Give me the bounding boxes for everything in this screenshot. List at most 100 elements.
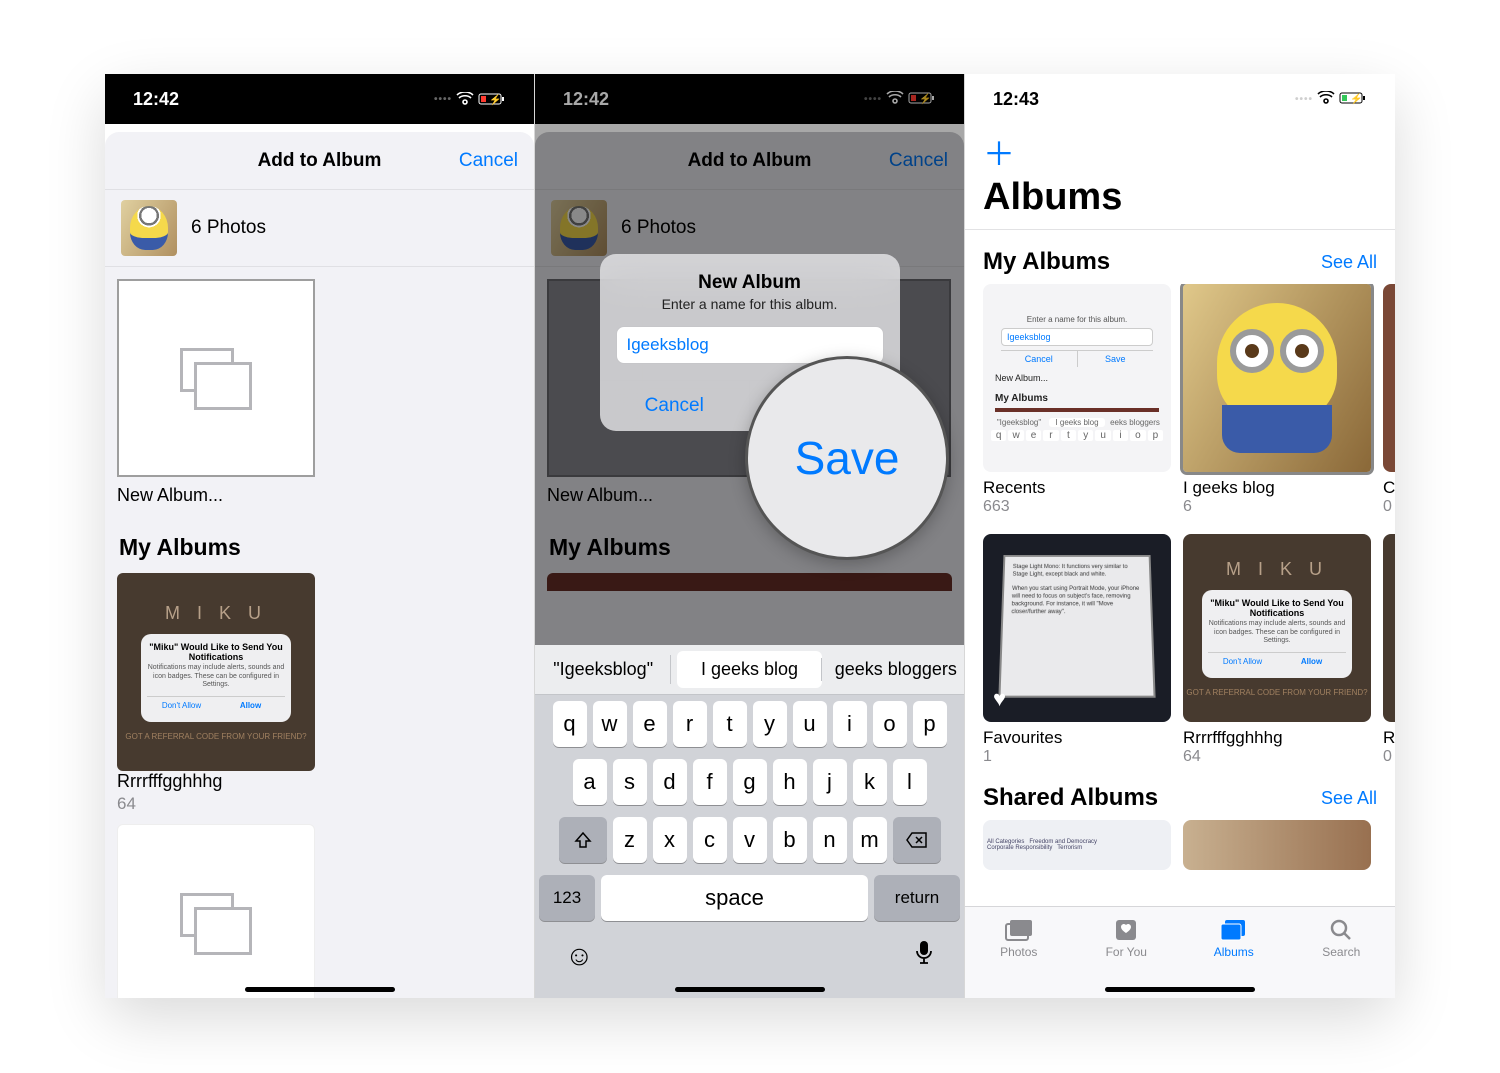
- status-bar: 12:42 •••• ⚡: [105, 74, 534, 124]
- album-name: R: [1383, 728, 1395, 748]
- svg-text:⚡: ⚡: [489, 93, 501, 106]
- emoji-key[interactable]: ☺: [565, 940, 594, 972]
- key-h[interactable]: h: [773, 759, 807, 805]
- album-name: Rrrrfffgghhhg: [1183, 728, 1371, 748]
- wifi-icon: [1317, 91, 1335, 108]
- key-i[interactable]: i: [833, 701, 867, 747]
- album-item[interactable]: M I K U "Miku" Would Like to Send You No…: [117, 573, 315, 814]
- key-q[interactable]: q: [553, 701, 587, 747]
- album-partial[interactable]: C 0: [1383, 284, 1395, 516]
- album-name: C: [1383, 478, 1395, 498]
- album-rrrr[interactable]: M I K U "Miku" Would Like to Send You No…: [1183, 534, 1371, 766]
- suggestion[interactable]: I geeks blog: [677, 651, 821, 688]
- album-igeeksblog[interactable]: I geeks blog 6: [1183, 284, 1371, 516]
- tab-bar: Photos For You Albums Search: [965, 906, 1395, 998]
- key-u[interactable]: u: [793, 701, 827, 747]
- key-b[interactable]: b: [773, 817, 807, 863]
- suggestion[interactable]: geeks bloggers: [828, 645, 964, 694]
- tab-foryou[interactable]: For You: [1073, 915, 1181, 998]
- album-count: 663: [983, 498, 1171, 516]
- tab-search[interactable]: Search: [1288, 915, 1396, 998]
- miku-logo: M I K U: [165, 603, 267, 624]
- album-count: 6: [1183, 498, 1371, 516]
- keyboard-row-1: q w e r t y u i o p: [535, 695, 964, 753]
- key-l[interactable]: l: [893, 759, 927, 805]
- key-x[interactable]: x: [653, 817, 687, 863]
- keyboard-row-3: z x c v b n m: [535, 811, 964, 869]
- album-recents[interactable]: Enter a name for this album. Igeeksblog …: [983, 284, 1171, 516]
- album-item[interactable]: OKAA 360 Panorama... 0: [117, 824, 315, 998]
- dictation-key[interactable]: [914, 939, 934, 972]
- section-title: Shared Albums: [983, 784, 1158, 812]
- album-name: Rrrrfffgghhhg: [117, 771, 315, 792]
- photo-count-label: 6 Photos: [191, 217, 266, 239]
- album-cover: [117, 824, 315, 998]
- album-favourites[interactable]: Stage Light Mono: It functions very simi…: [983, 534, 1171, 766]
- status-time: 12:43: [993, 89, 1039, 110]
- key-w[interactable]: w: [593, 701, 627, 747]
- home-indicator[interactable]: [245, 987, 395, 992]
- album-name: Recents: [983, 478, 1171, 498]
- notification-alert-preview: "Miku" Would Like to Send You Notificati…: [1202, 590, 1352, 677]
- my-albums-carousel[interactable]: Enter a name for this album. Igeeksblog …: [965, 284, 1395, 516]
- shared-albums-carousel[interactable]: All Categories Freedom and DemocracyCorp…: [965, 820, 1395, 870]
- key-a[interactable]: a: [573, 759, 607, 805]
- key-v[interactable]: v: [733, 817, 767, 863]
- battery-icon: ⚡: [478, 92, 506, 106]
- key-j[interactable]: j: [813, 759, 847, 805]
- key-g[interactable]: g: [733, 759, 767, 805]
- key-k[interactable]: k: [853, 759, 887, 805]
- backspace-key[interactable]: [893, 817, 941, 863]
- key-c[interactable]: c: [693, 817, 727, 863]
- page-title: Albums: [965, 174, 1395, 230]
- shift-key[interactable]: [559, 817, 607, 863]
- home-indicator[interactable]: [1105, 987, 1255, 992]
- album-partial[interactable]: R 0: [1383, 534, 1395, 766]
- alert-cancel-button[interactable]: Cancel: [600, 381, 751, 431]
- key-z[interactable]: z: [613, 817, 647, 863]
- album-count: 1: [983, 748, 1171, 766]
- see-all-link[interactable]: See All: [1321, 252, 1377, 273]
- heart-icon: ♥: [993, 686, 1006, 712]
- key-p[interactable]: p: [913, 701, 947, 747]
- photos-icon: [965, 915, 1073, 945]
- alert-title: New Album: [600, 254, 900, 296]
- album-count: 0: [1383, 748, 1395, 766]
- svg-text:⚡: ⚡: [1350, 92, 1362, 105]
- suggestion[interactable]: "Igeeksblog": [535, 645, 671, 694]
- section-title: My Albums: [983, 248, 1110, 276]
- albums-icon: [1180, 915, 1288, 945]
- key-f[interactable]: f: [693, 759, 727, 805]
- add-to-album-sheet: Add to Album Cancel 6 Photos New Album..…: [105, 132, 534, 998]
- cell-signal-icon: ••••: [434, 94, 452, 105]
- key-n[interactable]: n: [813, 817, 847, 863]
- key-m[interactable]: m: [853, 817, 887, 863]
- key-e[interactable]: e: [633, 701, 667, 747]
- key-o[interactable]: o: [873, 701, 907, 747]
- key-y[interactable]: y: [753, 701, 787, 747]
- tab-albums[interactable]: Albums: [1180, 915, 1288, 998]
- key-d[interactable]: d: [653, 759, 687, 805]
- return-key[interactable]: return: [874, 875, 960, 921]
- new-album-button[interactable]: New Album...: [117, 279, 522, 506]
- foryou-icon: [1073, 915, 1181, 945]
- numbers-key[interactable]: 123: [539, 875, 595, 921]
- sheet-header: Add to Album Cancel: [105, 132, 534, 190]
- tab-photos[interactable]: Photos: [965, 915, 1073, 998]
- home-indicator[interactable]: [675, 987, 825, 992]
- see-all-link[interactable]: See All: [1321, 788, 1377, 809]
- photo-thumbnail: [121, 200, 177, 256]
- wifi-icon: [456, 92, 474, 106]
- key-t[interactable]: t: [713, 701, 747, 747]
- space-key[interactable]: space: [601, 875, 868, 921]
- sheet-title: Add to Album: [258, 150, 382, 172]
- add-album-button[interactable]: ＋: [983, 136, 1015, 172]
- search-icon: [1288, 915, 1396, 945]
- cancel-button[interactable]: Cancel: [459, 150, 518, 172]
- new-album-icon: [180, 348, 252, 408]
- my-albums-carousel-row-2[interactable]: Stage Light Mono: It functions very simi…: [965, 534, 1395, 766]
- my-albums-section-header: My Albums See All: [965, 230, 1395, 284]
- alert-subtitle: Enter a name for this album.: [600, 296, 900, 326]
- key-s[interactable]: s: [613, 759, 647, 805]
- key-r[interactable]: r: [673, 701, 707, 747]
